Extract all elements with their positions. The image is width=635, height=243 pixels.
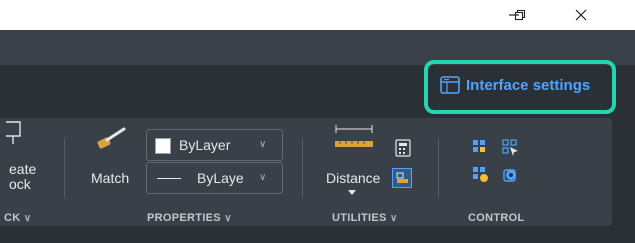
color-value: ByLayer bbox=[179, 137, 231, 153]
color-swatch bbox=[155, 138, 171, 154]
layer-state-icon[interactable] bbox=[472, 139, 490, 157]
title-bar bbox=[0, 0, 635, 30]
linetype-dropdown[interactable]: ByLaye ∨ bbox=[146, 162, 283, 194]
utilities-panel-title[interactable]: UTILITIES ∨ bbox=[332, 212, 398, 224]
match-properties-brush-icon[interactable] bbox=[94, 126, 128, 154]
block-panel-title[interactable]: CK ∨ bbox=[4, 212, 31, 224]
distance-label[interactable]: Distance bbox=[326, 170, 380, 186]
block-title-text: CK bbox=[4, 212, 21, 224]
match-label[interactable]: Match bbox=[91, 170, 129, 186]
create-block-label-2: ock bbox=[9, 176, 31, 192]
restore-icon bbox=[514, 9, 526, 21]
close-icon bbox=[575, 9, 587, 21]
ribbon-panels: eate ock CK ∨ Match ByLayer ∨ ByLaye ∨ P… bbox=[0, 118, 612, 226]
calculator-icon[interactable] bbox=[395, 139, 411, 157]
control-title-text: CONTROL bbox=[468, 212, 525, 224]
chevron-down-icon: ∨ bbox=[259, 172, 267, 183]
panel-divider bbox=[64, 138, 65, 198]
linetype-value: ByLaye bbox=[197, 170, 244, 186]
chevron-down-icon: ∨ bbox=[259, 139, 267, 150]
panel-divider bbox=[438, 138, 439, 198]
close-button[interactable] bbox=[558, 0, 604, 30]
properties-panel-title[interactable]: PROPERTIES ∨ bbox=[147, 212, 232, 224]
distance-dropdown-arrow-icon[interactable] bbox=[347, 189, 357, 197]
color-dropdown[interactable]: ByLayer ∨ bbox=[146, 129, 283, 161]
properties-title-text: PROPERTIES bbox=[147, 212, 221, 224]
quick-measure-icon bbox=[396, 172, 408, 183]
interface-settings-button[interactable]: Interface settings bbox=[440, 76, 590, 94]
chevron-down-icon: ∨ bbox=[390, 213, 398, 224]
create-block-button[interactable]: eate ock bbox=[9, 162, 36, 192]
window-settings-icon bbox=[440, 76, 460, 94]
panel-divider bbox=[302, 138, 303, 198]
linetype-sample bbox=[157, 178, 181, 179]
interface-settings-highlight: Interface settings bbox=[424, 60, 616, 114]
create-block-label-1: eate bbox=[9, 161, 37, 177]
interface-settings-label: Interface settings bbox=[466, 76, 591, 94]
layer-isolate-icon[interactable] bbox=[472, 166, 490, 184]
restore-button[interactable] bbox=[497, 0, 543, 30]
chevron-down-icon: ∨ bbox=[23, 213, 32, 224]
select-objects-icon[interactable] bbox=[502, 139, 520, 157]
utilities-title-text: UTILITIES bbox=[332, 212, 387, 224]
distance-measure-icon[interactable] bbox=[334, 123, 374, 153]
quick-measure-button[interactable] bbox=[392, 168, 412, 188]
create-block-icon bbox=[6, 121, 21, 144]
view-3d-icon[interactable] bbox=[502, 166, 520, 184]
control-panel-title[interactable]: CONTROL bbox=[468, 212, 524, 224]
chevron-down-icon: ∨ bbox=[224, 213, 232, 224]
